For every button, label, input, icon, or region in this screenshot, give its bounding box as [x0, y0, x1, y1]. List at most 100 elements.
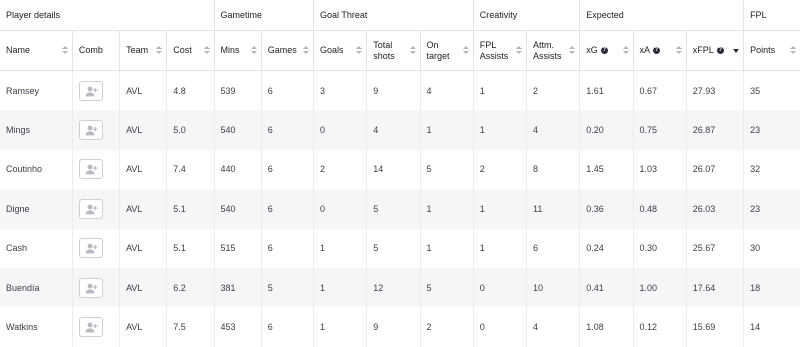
col-on-target-header[interactable]: On target — [419, 30, 474, 71]
sort-icon[interactable] — [622, 46, 629, 55]
col-goals-label: Goals — [320, 45, 344, 55]
table-row[interactable]: Buendía AVL 6.2 381 5 1 12 5 0 10 0.41 1.00 17.64 18 — [0, 267, 800, 308]
comb-cell — [71, 189, 120, 229]
xfpl-cell: 27.93 — [685, 70, 744, 111]
column-header-row: Name Comb Team Cost Mins Games Goals Tot… — [0, 30, 800, 71]
sort-icon[interactable] — [61, 46, 68, 55]
sort-icon[interactable] — [356, 46, 363, 55]
mins-cell: 515 — [213, 228, 262, 268]
col-xa-header[interactable]: xA? — [632, 30, 687, 71]
fpl-assists-cell: 1 — [472, 70, 527, 111]
add-to-comb-button[interactable] — [78, 80, 103, 101]
table-row[interactable]: Coutinho AVL 7.4 440 6 2 14 5 2 8 1.45 1.03 26.07 32 — [0, 149, 800, 190]
col-goals-header[interactable]: Goals — [313, 30, 367, 71]
games-cell: 6 — [260, 149, 314, 190]
add-user-icon — [85, 125, 98, 136]
points-cell: 23 — [743, 110, 800, 150]
on-target-cell: 1 — [419, 110, 474, 150]
add-to-comb-button[interactable] — [78, 159, 103, 180]
col-comb-label: Comb — [78, 45, 103, 55]
col-fpl-assists-label-1: FPL — [479, 39, 497, 50]
points-cell: 18 — [743, 267, 800, 308]
sort-icon[interactable] — [462, 46, 469, 55]
sort-icon[interactable] — [516, 46, 523, 55]
col-total-shots-label-2: shots — [373, 50, 395, 61]
attm-assists-cell: 11 — [526, 189, 580, 229]
sort-icon[interactable] — [156, 46, 163, 55]
col-attm-assists-label-2: Assists — [533, 50, 562, 61]
comb-cell — [71, 228, 120, 268]
col-mins-header[interactable]: Mins — [213, 30, 262, 71]
sort-icon[interactable] — [250, 46, 257, 55]
comb-cell — [71, 70, 120, 111]
mins-cell: 381 — [213, 267, 262, 308]
col-cost-header[interactable]: Cost — [166, 30, 215, 71]
add-to-comb-button[interactable] — [78, 238, 103, 259]
cost-cell: 5.1 — [166, 189, 215, 229]
sort-icon[interactable] — [409, 46, 416, 55]
sort-icon[interactable] — [790, 46, 796, 55]
sort-icon[interactable] — [303, 46, 310, 55]
attm-assists-cell: 10 — [526, 267, 580, 308]
xg-cell: 0.20 — [579, 110, 634, 150]
xfpl-cell: 26.87 — [685, 110, 744, 150]
player-stats-table: Player details Gametime Goal Threat Crea… — [0, 0, 800, 347]
goals-cell: 3 — [313, 70, 367, 111]
col-name-header[interactable]: Name — [0, 30, 73, 71]
mins-cell: 540 — [213, 189, 262, 229]
col-on-target-label-2: target — [426, 50, 450, 61]
table-row[interactable]: Mings AVL 5.0 540 6 0 4 1 1 4 0.20 0.75 26.87 23 — [0, 110, 800, 150]
table-row[interactable]: Cash AVL 5.1 515 6 1 5 1 1 6 0.24 0.30 25.67 30 — [0, 228, 800, 268]
group-goal-threat: Goal Threat — [313, 0, 474, 31]
col-attm-assists-header[interactable]: Attm. Assists — [526, 30, 580, 71]
name-cell: Ramsey — [6, 85, 40, 96]
on-target-cell: 1 — [419, 228, 474, 268]
table-row[interactable]: Digne AVL 5.1 540 6 0 5 1 1 11 0.36 0.48 26.03 23 — [0, 189, 800, 229]
add-to-comb-button[interactable] — [78, 277, 103, 298]
col-team-label: Team — [126, 45, 149, 55]
col-team-header[interactable]: Team — [119, 30, 167, 71]
add-to-comb-button[interactable] — [78, 120, 103, 141]
add-to-comb-button[interactable] — [78, 317, 103, 338]
comb-cell — [71, 149, 120, 190]
cost-cell: 5.1 — [166, 228, 215, 268]
player-rows: Ramsey AVL 4.8 539 6 3 9 4 1 2 1.61 0.67 27.93 35 Ming… — [0, 70, 800, 347]
group-fpl: FPL — [743, 0, 800, 31]
shots-cell: 12 — [366, 267, 421, 308]
col-fpl-assists-label-2: Assists — [479, 50, 509, 61]
sort-desc-icon[interactable] — [733, 46, 740, 55]
goals-cell: 2 — [313, 149, 367, 190]
games-cell: 6 — [260, 110, 314, 150]
add-to-comb-button[interactable] — [78, 198, 103, 219]
col-comb-header: Comb — [71, 30, 120, 71]
add-user-icon — [85, 204, 98, 215]
add-user-icon — [85, 243, 98, 254]
col-total-shots-header[interactable]: Total shots — [366, 30, 421, 71]
col-total-shots-label-1: Total — [373, 39, 393, 50]
add-user-icon — [85, 283, 98, 294]
name-cell: Cash — [6, 243, 28, 254]
col-xg-header[interactable]: xG? — [579, 30, 634, 71]
cost-cell: 6.2 — [166, 267, 215, 308]
col-xfpl-header[interactable]: xFPL? — [685, 30, 744, 71]
col-points-header[interactable]: Points — [743, 30, 800, 71]
help-icon[interactable]: ? — [653, 47, 661, 55]
games-cell: 5 — [260, 267, 314, 308]
points-cell: 30 — [743, 228, 800, 268]
group-gametime: Gametime — [213, 0, 314, 31]
help-icon[interactable]: ? — [600, 47, 608, 55]
group-creativity: Creativity — [472, 0, 580, 31]
sort-icon[interactable] — [675, 46, 682, 55]
sort-icon[interactable] — [569, 46, 576, 55]
table-row[interactable]: Ramsey AVL 4.8 539 6 3 9 4 1 2 1.61 0.67 27.93 35 — [0, 70, 800, 111]
xg-cell: 1.61 — [579, 70, 634, 111]
help-icon[interactable]: ? — [716, 47, 724, 55]
col-fpl-assists-header[interactable]: FPL Assists — [472, 30, 527, 71]
fpl-assists-cell: 2 — [472, 149, 527, 190]
col-games-header[interactable]: Games — [260, 30, 314, 71]
attm-assists-cell: 8 — [526, 149, 580, 190]
mins-cell: 440 — [213, 149, 262, 190]
col-xa-label: xA — [639, 45, 651, 55]
sort-icon[interactable] — [203, 46, 210, 55]
shots-cell: 5 — [366, 228, 421, 268]
